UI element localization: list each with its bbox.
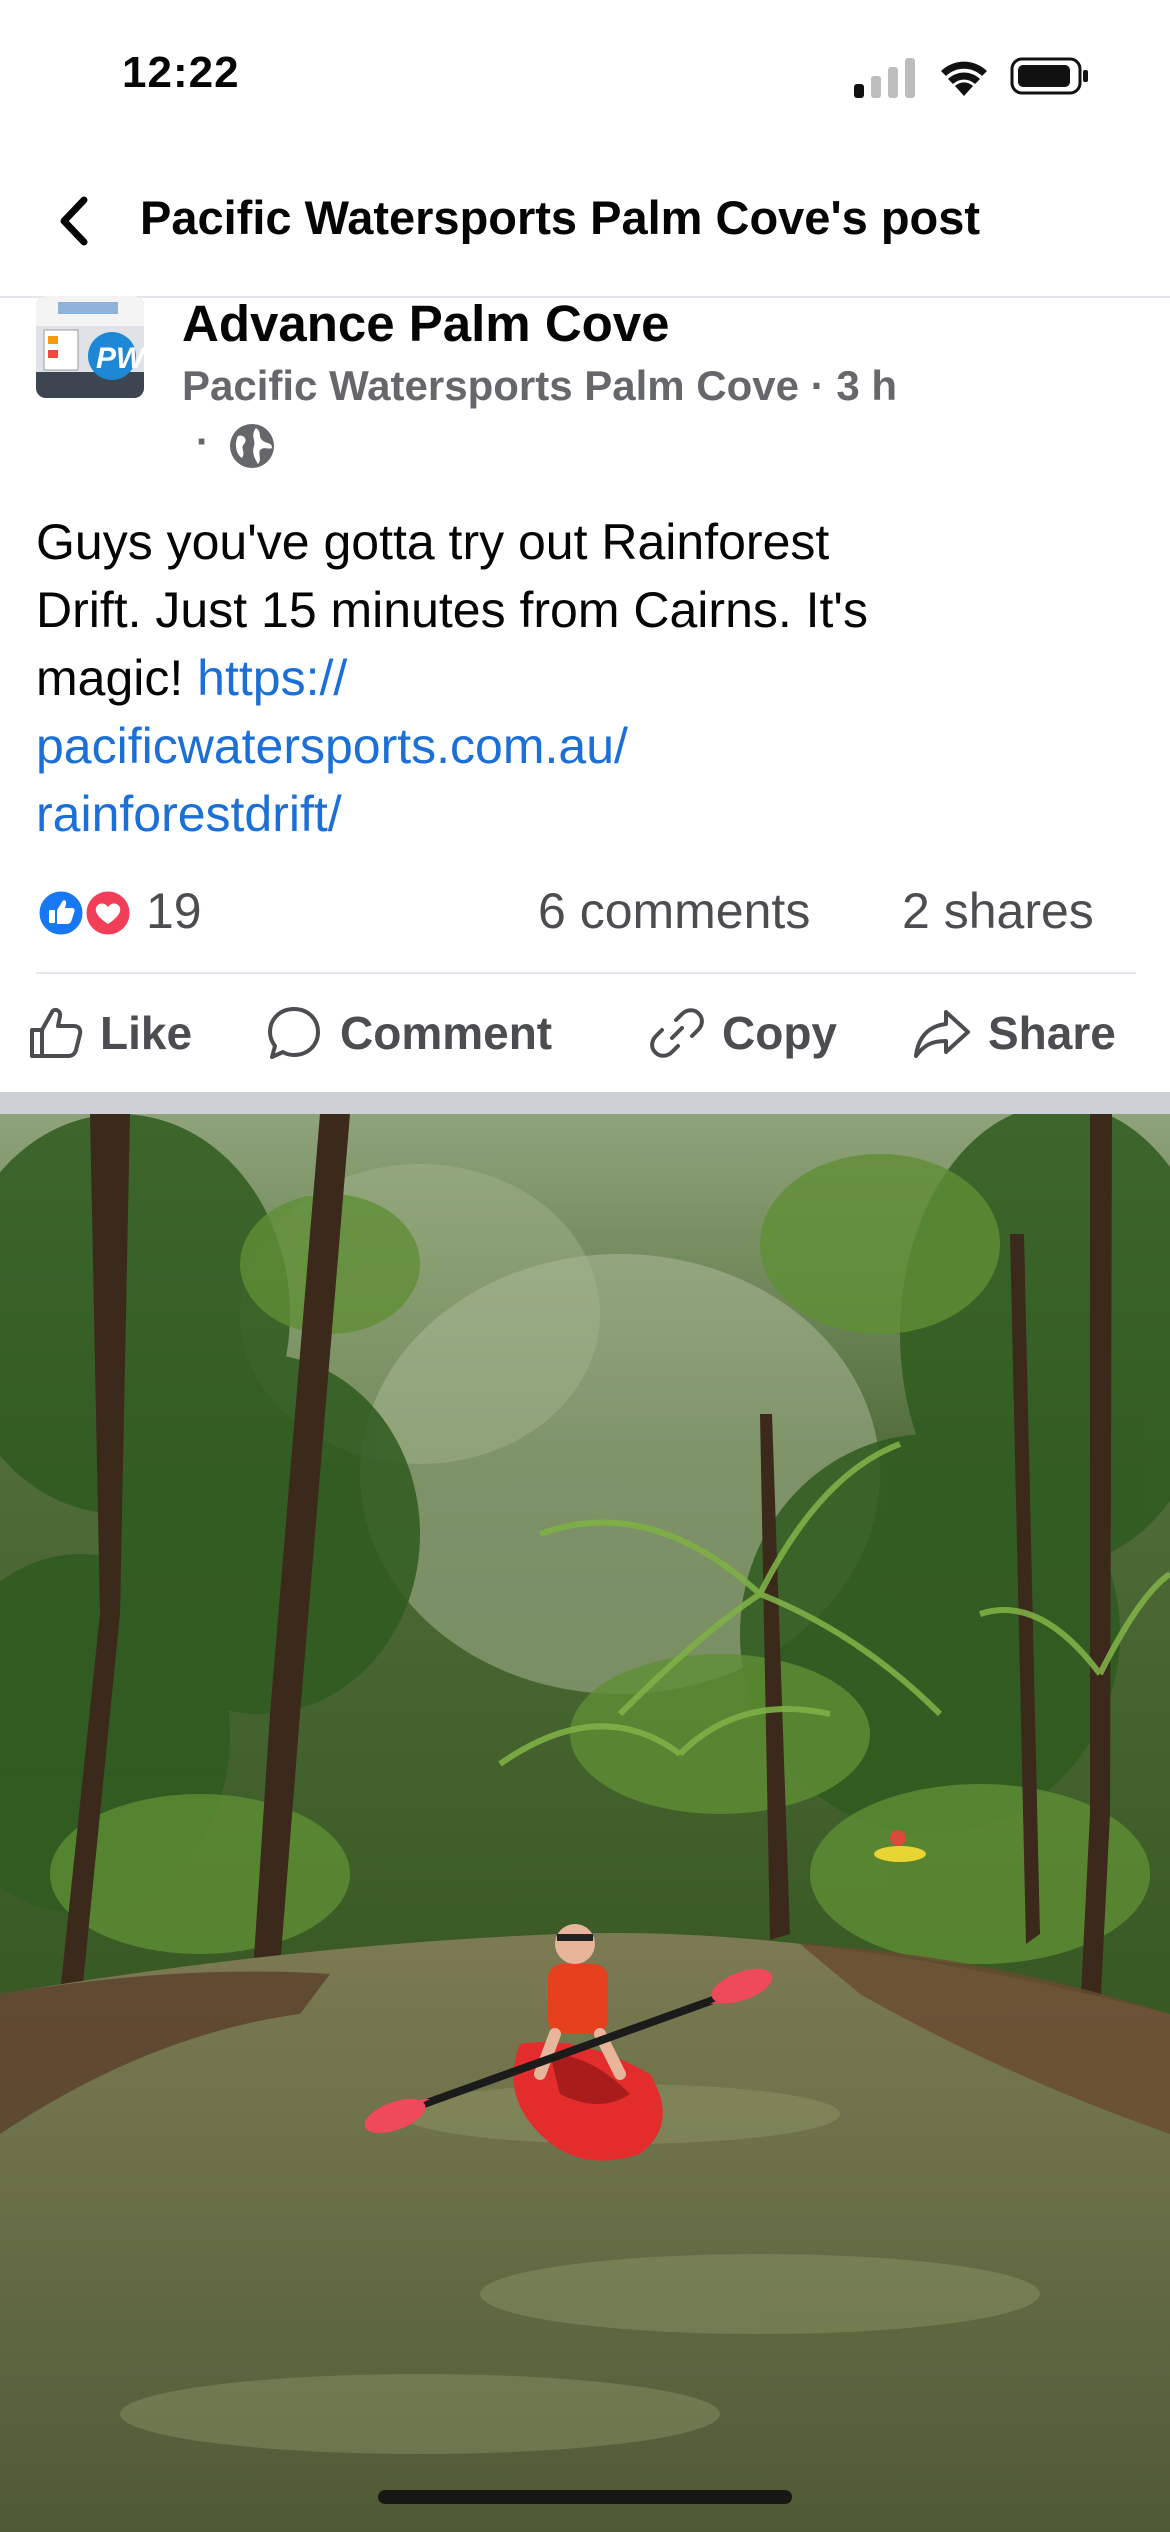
post-text-line: Guys you've gotta try out Rainforest xyxy=(36,514,830,570)
home-indicator[interactable] xyxy=(378,2490,792,2504)
post-body: Guys you've gotta try out Rainforest Dri… xyxy=(36,508,1136,848)
like-button[interactable]: Like xyxy=(26,998,192,1068)
back-button[interactable] xyxy=(50,190,96,252)
like-label: Like xyxy=(100,1007,193,1059)
page-name-link[interactable]: Pacific Watersports Palm Cove xyxy=(182,362,799,409)
globe-icon xyxy=(230,424,274,468)
wifi-icon xyxy=(941,61,987,96)
post-link[interactable]: pacificwatersports.com.au/ xyxy=(36,712,1136,780)
comments-count[interactable]: 6 comments xyxy=(538,882,810,940)
battery-icon xyxy=(1010,57,1088,95)
post-link[interactable]: https:// xyxy=(197,650,347,706)
post-text-line-with-link: magic! https:// xyxy=(36,644,1136,712)
like-reaction-icon xyxy=(36,888,86,938)
action-divider xyxy=(36,972,1136,974)
thumbs-up-icon xyxy=(30,1007,83,1058)
post-time[interactable]: 3 h xyxy=(836,362,897,409)
share-button[interactable]: Share xyxy=(912,998,1116,1068)
svg-text:PW: PW xyxy=(96,342,144,375)
post-meta: Pacific Watersports Palm Cove · 3 h xyxy=(182,362,897,410)
page-title: Pacific Watersports Palm Cove's post xyxy=(140,191,981,244)
comment-button[interactable]: Comment xyxy=(264,998,552,1068)
meta-separator: · xyxy=(810,362,825,409)
comment-bubble-icon xyxy=(268,1007,320,1059)
meta-separator-2: · xyxy=(196,420,210,464)
share-label: Share xyxy=(988,1007,1116,1059)
share-arrow-icon xyxy=(914,1010,970,1058)
author-name[interactable]: Advance Palm Cove xyxy=(182,294,670,353)
reaction-count[interactable]: 19 xyxy=(146,882,202,940)
cellular-signal-icon xyxy=(854,58,915,98)
page-avatar[interactable]: PW xyxy=(36,296,144,398)
photo-separator xyxy=(0,1092,1170,1114)
reaction-icons[interactable] xyxy=(36,888,136,938)
post-link[interactable]: rainforestdrift/ xyxy=(36,780,1136,848)
shares-count[interactable]: 2 shares xyxy=(902,882,1094,940)
post-photo[interactable] xyxy=(0,1114,1170,2532)
status-time: 12:22 xyxy=(122,48,240,97)
love-reaction-icon xyxy=(83,888,133,938)
post-text-line: Drift. Just 15 minutes from Cairns. It's xyxy=(36,582,868,638)
copy-button[interactable]: Copy xyxy=(648,998,837,1068)
copy-label: Copy xyxy=(722,1007,837,1059)
link-chain-icon xyxy=(650,1008,704,1058)
comment-label: Comment xyxy=(340,1007,553,1059)
post-text-line: magic! xyxy=(36,650,198,706)
